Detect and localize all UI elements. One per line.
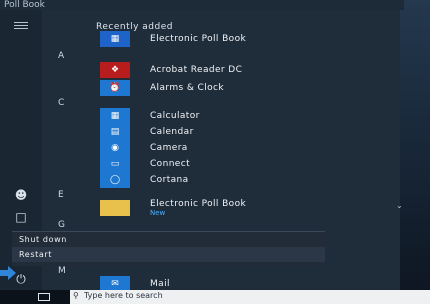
app-calculator[interactable]: ▦ Calculator xyxy=(100,108,200,124)
calculator-icon: ▦ xyxy=(100,108,130,124)
calendar-icon: ▤ xyxy=(100,124,130,140)
window-title: Poll Book xyxy=(0,0,404,10)
pointer-arrow-icon xyxy=(0,266,16,280)
app-electronic-poll-book-recent[interactable]: ▦ Electronic Poll Book xyxy=(100,31,246,47)
group-letter-m[interactable]: M xyxy=(58,266,66,276)
acrobat-icon: ❖ xyxy=(100,62,130,78)
documents-icon[interactable]: □ xyxy=(14,210,28,224)
app-camera[interactable]: ◉ Camera xyxy=(100,140,188,156)
app-connect[interactable]: ▭ Connect xyxy=(100,156,190,172)
power-options-menu: Shut down Restart xyxy=(12,231,325,266)
user-avatar-icon[interactable]: ☻ xyxy=(14,188,28,202)
taskbar-search-box[interactable]: ⚲ Type here to search xyxy=(70,290,430,304)
power-icon[interactable]: ⏻ xyxy=(14,272,28,286)
group-letter-a[interactable]: A xyxy=(58,51,64,61)
cortana-icon: ◯ xyxy=(100,172,130,188)
restart-option[interactable]: Restart xyxy=(12,247,325,262)
app-electronic-poll-book[interactable]: Electronic Poll Book New xyxy=(100,199,246,217)
poll-book-icon: ▦ xyxy=(100,31,130,47)
group-letter-g[interactable]: G xyxy=(58,220,65,230)
app-acrobat-reader[interactable]: ❖ Acrobat Reader DC xyxy=(100,62,242,78)
group-letter-c[interactable]: C xyxy=(58,98,64,108)
app-alarms-clock[interactable]: ⏰ Alarms & Clock xyxy=(100,80,224,96)
start-windows-icon[interactable] xyxy=(38,293,50,301)
new-badge: New xyxy=(150,209,166,217)
chevron-down-icon[interactable]: ⌄ xyxy=(396,201,403,210)
connect-icon: ▭ xyxy=(100,156,130,172)
group-letter-e[interactable]: E xyxy=(58,190,64,200)
camera-icon: ◉ xyxy=(100,140,130,156)
shut-down-option[interactable]: Shut down xyxy=(12,232,325,247)
hamburger-menu-icon[interactable] xyxy=(14,20,28,34)
alarm-clock-icon: ⏰ xyxy=(100,80,130,96)
app-calendar[interactable]: ▤ Calendar xyxy=(100,124,194,140)
folder-icon xyxy=(100,200,130,216)
app-cortana[interactable]: ◯ Cortana xyxy=(100,172,189,188)
search-icon: ⚲ xyxy=(73,291,79,300)
